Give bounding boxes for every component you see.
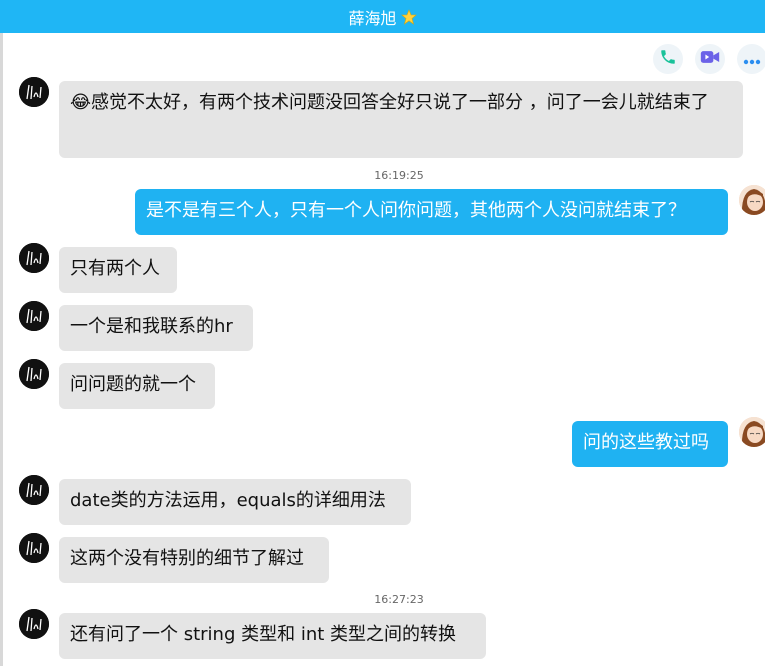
message-bubble-incoming[interactable]: 一个是和我联系的hr xyxy=(59,305,253,351)
phone-icon xyxy=(659,48,677,70)
message-bubble-incoming[interactable]: 😂感觉不太好，有两个技术问题没回答全好只说了一部分 ，问了一会儿就结束了 xyxy=(59,81,743,158)
message-text: date类的方法运用，equals的详细用法 xyxy=(70,490,386,511)
message-bubble-incoming[interactable]: date类的方法运用，equals的详细用法 xyxy=(59,479,411,525)
timestamp: 16:19:25 xyxy=(374,169,424,182)
message-bubble-outgoing[interactable]: 问的这些教过吗 xyxy=(572,421,728,467)
my-avatar[interactable] xyxy=(739,417,765,447)
message-bubble-incoming[interactable]: 这两个没有特别的细节了解过 xyxy=(59,537,329,583)
message-text: 还有问了一个 string 类型和 int 类型之间的转换 xyxy=(70,624,457,645)
contact-avatar[interactable] xyxy=(19,359,49,389)
timestamp: 16:27:23 xyxy=(374,593,424,606)
voice-call-button[interactable] xyxy=(653,44,683,74)
video-call-button[interactable] xyxy=(695,44,725,74)
contact-name: 薛海旭 xyxy=(348,8,397,28)
call-toolbar xyxy=(653,44,765,74)
contact-avatar[interactable] xyxy=(19,301,49,331)
message-text: 😂感觉不太好，有两个技术问题没回答全好只说了一部分 ，问了一会儿就结束了 xyxy=(70,92,709,113)
contact-avatar[interactable] xyxy=(19,243,49,273)
contact-avatar[interactable] xyxy=(19,77,49,107)
message-text: 只有两个人 xyxy=(70,258,160,279)
more-icon xyxy=(743,50,761,69)
contact-avatar[interactable] xyxy=(19,609,49,639)
message-text: 一个是和我联系的hr xyxy=(70,316,233,337)
contact-avatar[interactable] xyxy=(19,475,49,505)
window-edge xyxy=(0,33,3,666)
contact-avatar[interactable] xyxy=(19,533,49,563)
title-bar: 薛海旭 xyxy=(0,0,765,33)
video-icon xyxy=(700,48,720,70)
message-text: 这两个没有特别的细节了解过 xyxy=(70,548,304,569)
star-icon xyxy=(400,8,417,25)
my-avatar[interactable] xyxy=(739,185,765,215)
message-bubble-outgoing[interactable]: 是不是有三个人，只有一个人问你问题，其他两个人没问就结束了？ xyxy=(135,189,728,235)
message-text: 问问题的就一个 xyxy=(70,374,196,395)
message-text: 问的这些教过吗 xyxy=(583,432,709,453)
more-options-button[interactable] xyxy=(737,44,765,74)
message-bubble-incoming[interactable]: 只有两个人 xyxy=(59,247,177,293)
chat-window: 薛海旭 😂感觉不太好，有两个技术问题没回答全好只说了一部分 ，问了一会儿就结束了… xyxy=(0,0,765,666)
message-text: 是不是有三个人，只有一个人问你问题，其他两个人没问就结束了？ xyxy=(146,200,686,221)
message-bubble-incoming[interactable]: 还有问了一个 string 类型和 int 类型之间的转换 xyxy=(59,613,486,659)
message-bubble-incoming[interactable]: 问问题的就一个 xyxy=(59,363,215,409)
